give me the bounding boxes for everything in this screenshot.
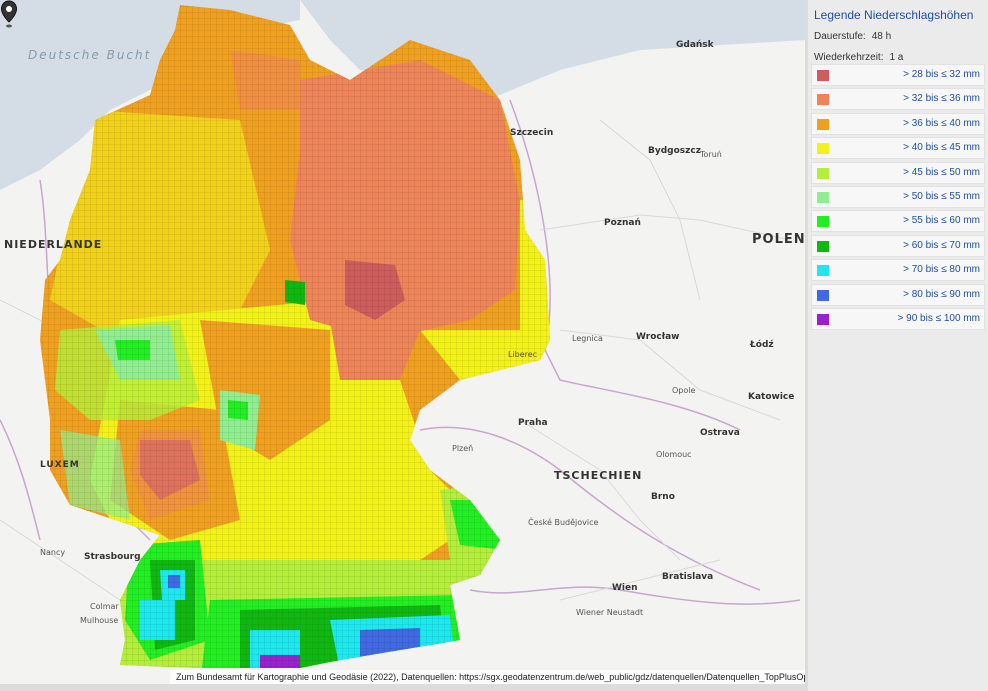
legend-class-row[interactable]: > 40 bis ≤ 45 mm — [811, 137, 985, 160]
wiederkehrzeit-value: 1 a — [889, 52, 904, 63]
wiederkehrzeit-row: Wiederkehrzeit: 1 a — [814, 52, 903, 63]
label-country-pl: POLEN — [752, 232, 805, 247]
label-country-nl: NIEDERLANDE — [4, 238, 103, 251]
label-city-gdansk: Gdańsk — [676, 40, 714, 50]
legend-class-row[interactable]: > 28 bis ≤ 32 mm — [811, 64, 985, 86]
label-country-cz: TSCHECHIEN — [554, 469, 643, 482]
legend-class-row[interactable]: > 70 bis ≤ 80 mm — [811, 259, 985, 282]
legend-swatch — [817, 240, 829, 252]
legend-swatch — [817, 313, 829, 325]
legend-class-label: > 45 bis ≤ 50 mm — [903, 166, 980, 178]
legend-panel: Legende Niederschlagshöhen Dauerstufe: 48… — [808, 0, 988, 691]
legend-class-label: > 80 bis ≤ 90 mm — [903, 288, 980, 300]
map-view[interactable]: Deutsche Bucht NIEDERLANDE POLEN TSCHECH… — [0, 0, 805, 684]
label-city-mulhouse: Mulhouse — [80, 616, 119, 625]
legend-class-row[interactable]: > 90 bis ≤ 100 mm — [811, 307, 985, 330]
legend-class-label: > 90 bis ≤ 100 mm — [897, 312, 980, 324]
legend-swatch — [817, 94, 829, 106]
label-city-bratislava: Bratislava — [662, 572, 714, 582]
legend-swatch — [817, 265, 829, 277]
wiederkehrzeit-label: Wiederkehrzeit: — [814, 52, 884, 63]
label-city-plzen: Plzeň — [452, 444, 474, 453]
label-city-colmar: Colmar — [90, 602, 119, 611]
legend-swatch — [817, 167, 829, 179]
legend-class-list: > 28 bis ≤ 32 mm > 32 bis ≤ 36 mm > 36 bis… — [811, 64, 985, 332]
legend-class-row[interactable]: > 50 bis ≤ 55 mm — [811, 185, 985, 208]
label-city-torun: Toruń — [700, 150, 722, 159]
legend-class-row[interactable]: > 80 bis ≤ 90 mm — [811, 283, 985, 306]
dauerstufe-label: Dauerstufe: — [814, 31, 866, 42]
legend-class-label: > 32 bis ≤ 36 mm — [903, 93, 980, 105]
label-city-poznan: Poznań — [604, 218, 641, 228]
legend-class-row[interactable]: > 36 bis ≤ 40 mm — [811, 112, 985, 135]
map-pin-icon[interactable] — [0, 0, 18, 30]
label-city-ceske: České Budějovice — [528, 518, 599, 527]
legend-swatch — [817, 216, 829, 228]
legend-class-label: > 55 bis ≤ 60 mm — [903, 215, 980, 227]
legend-swatch — [817, 70, 829, 81]
label-city-szczecin: Szczecin — [510, 128, 554, 138]
legend-class-label: > 70 bis ≤ 80 mm — [903, 264, 980, 276]
label-city-ostrava: Ostrava — [700, 428, 740, 438]
label-city-strasbourg: Strasbourg — [84, 552, 141, 562]
legend-swatch — [817, 143, 829, 155]
legend-swatch — [817, 118, 829, 130]
legend-class-row[interactable]: > 60 bis ≤ 70 mm — [811, 234, 985, 257]
label-city-praha: Praha — [518, 418, 548, 428]
legend-class-row[interactable]: > 45 bis ≤ 50 mm — [811, 161, 985, 184]
label-city-lodz: Łódź — [750, 340, 774, 350]
label-city-wiener-neustadt: Wiener Neustadt — [576, 608, 644, 617]
label-city-legnica: Legnica — [572, 334, 603, 343]
label-city-bydgoszcz: Bydgoszcz — [648, 146, 701, 156]
label-city-opole: Opole — [672, 386, 696, 395]
legend-class-label: > 40 bis ≤ 45 mm — [903, 142, 980, 154]
label-city-katowice: Katowice — [748, 392, 795, 402]
legend-class-label: > 60 bis ≤ 70 mm — [903, 239, 980, 251]
dauerstufe-row: Dauerstufe: 48 h — [814, 31, 891, 42]
legend-class-label: > 36 bis ≤ 40 mm — [903, 117, 980, 129]
legend-class-row[interactable]: > 55 bis ≤ 60 mm — [811, 210, 985, 233]
legend-title: Legende Niederschlagshöhen — [814, 8, 974, 22]
map-attribution: Zum Bundesamt für Kartographie und Geodä… — [170, 670, 805, 684]
label-city-brno: Brno — [651, 492, 675, 502]
label-sea: Deutsche Bucht — [28, 48, 152, 62]
label-country-lu: LUXEM — [40, 460, 80, 470]
label-city-wroclaw: Wrocław — [636, 332, 680, 342]
label-city-liberec: Liberec — [508, 350, 538, 359]
legend-swatch — [817, 289, 829, 301]
legend-swatch — [817, 191, 829, 203]
legend-class-label: > 28 bis ≤ 32 mm — [903, 69, 980, 80]
dauerstufe-value: 48 h — [871, 31, 892, 42]
label-city-wien: Wien — [612, 583, 638, 593]
legend-class-row[interactable]: > 32 bis ≤ 36 mm — [811, 88, 985, 111]
legend-class-label: > 50 bis ≤ 55 mm — [903, 190, 980, 202]
label-city-nancy: Nancy — [40, 548, 66, 557]
label-city-olomouc: Olomouc — [656, 450, 692, 459]
